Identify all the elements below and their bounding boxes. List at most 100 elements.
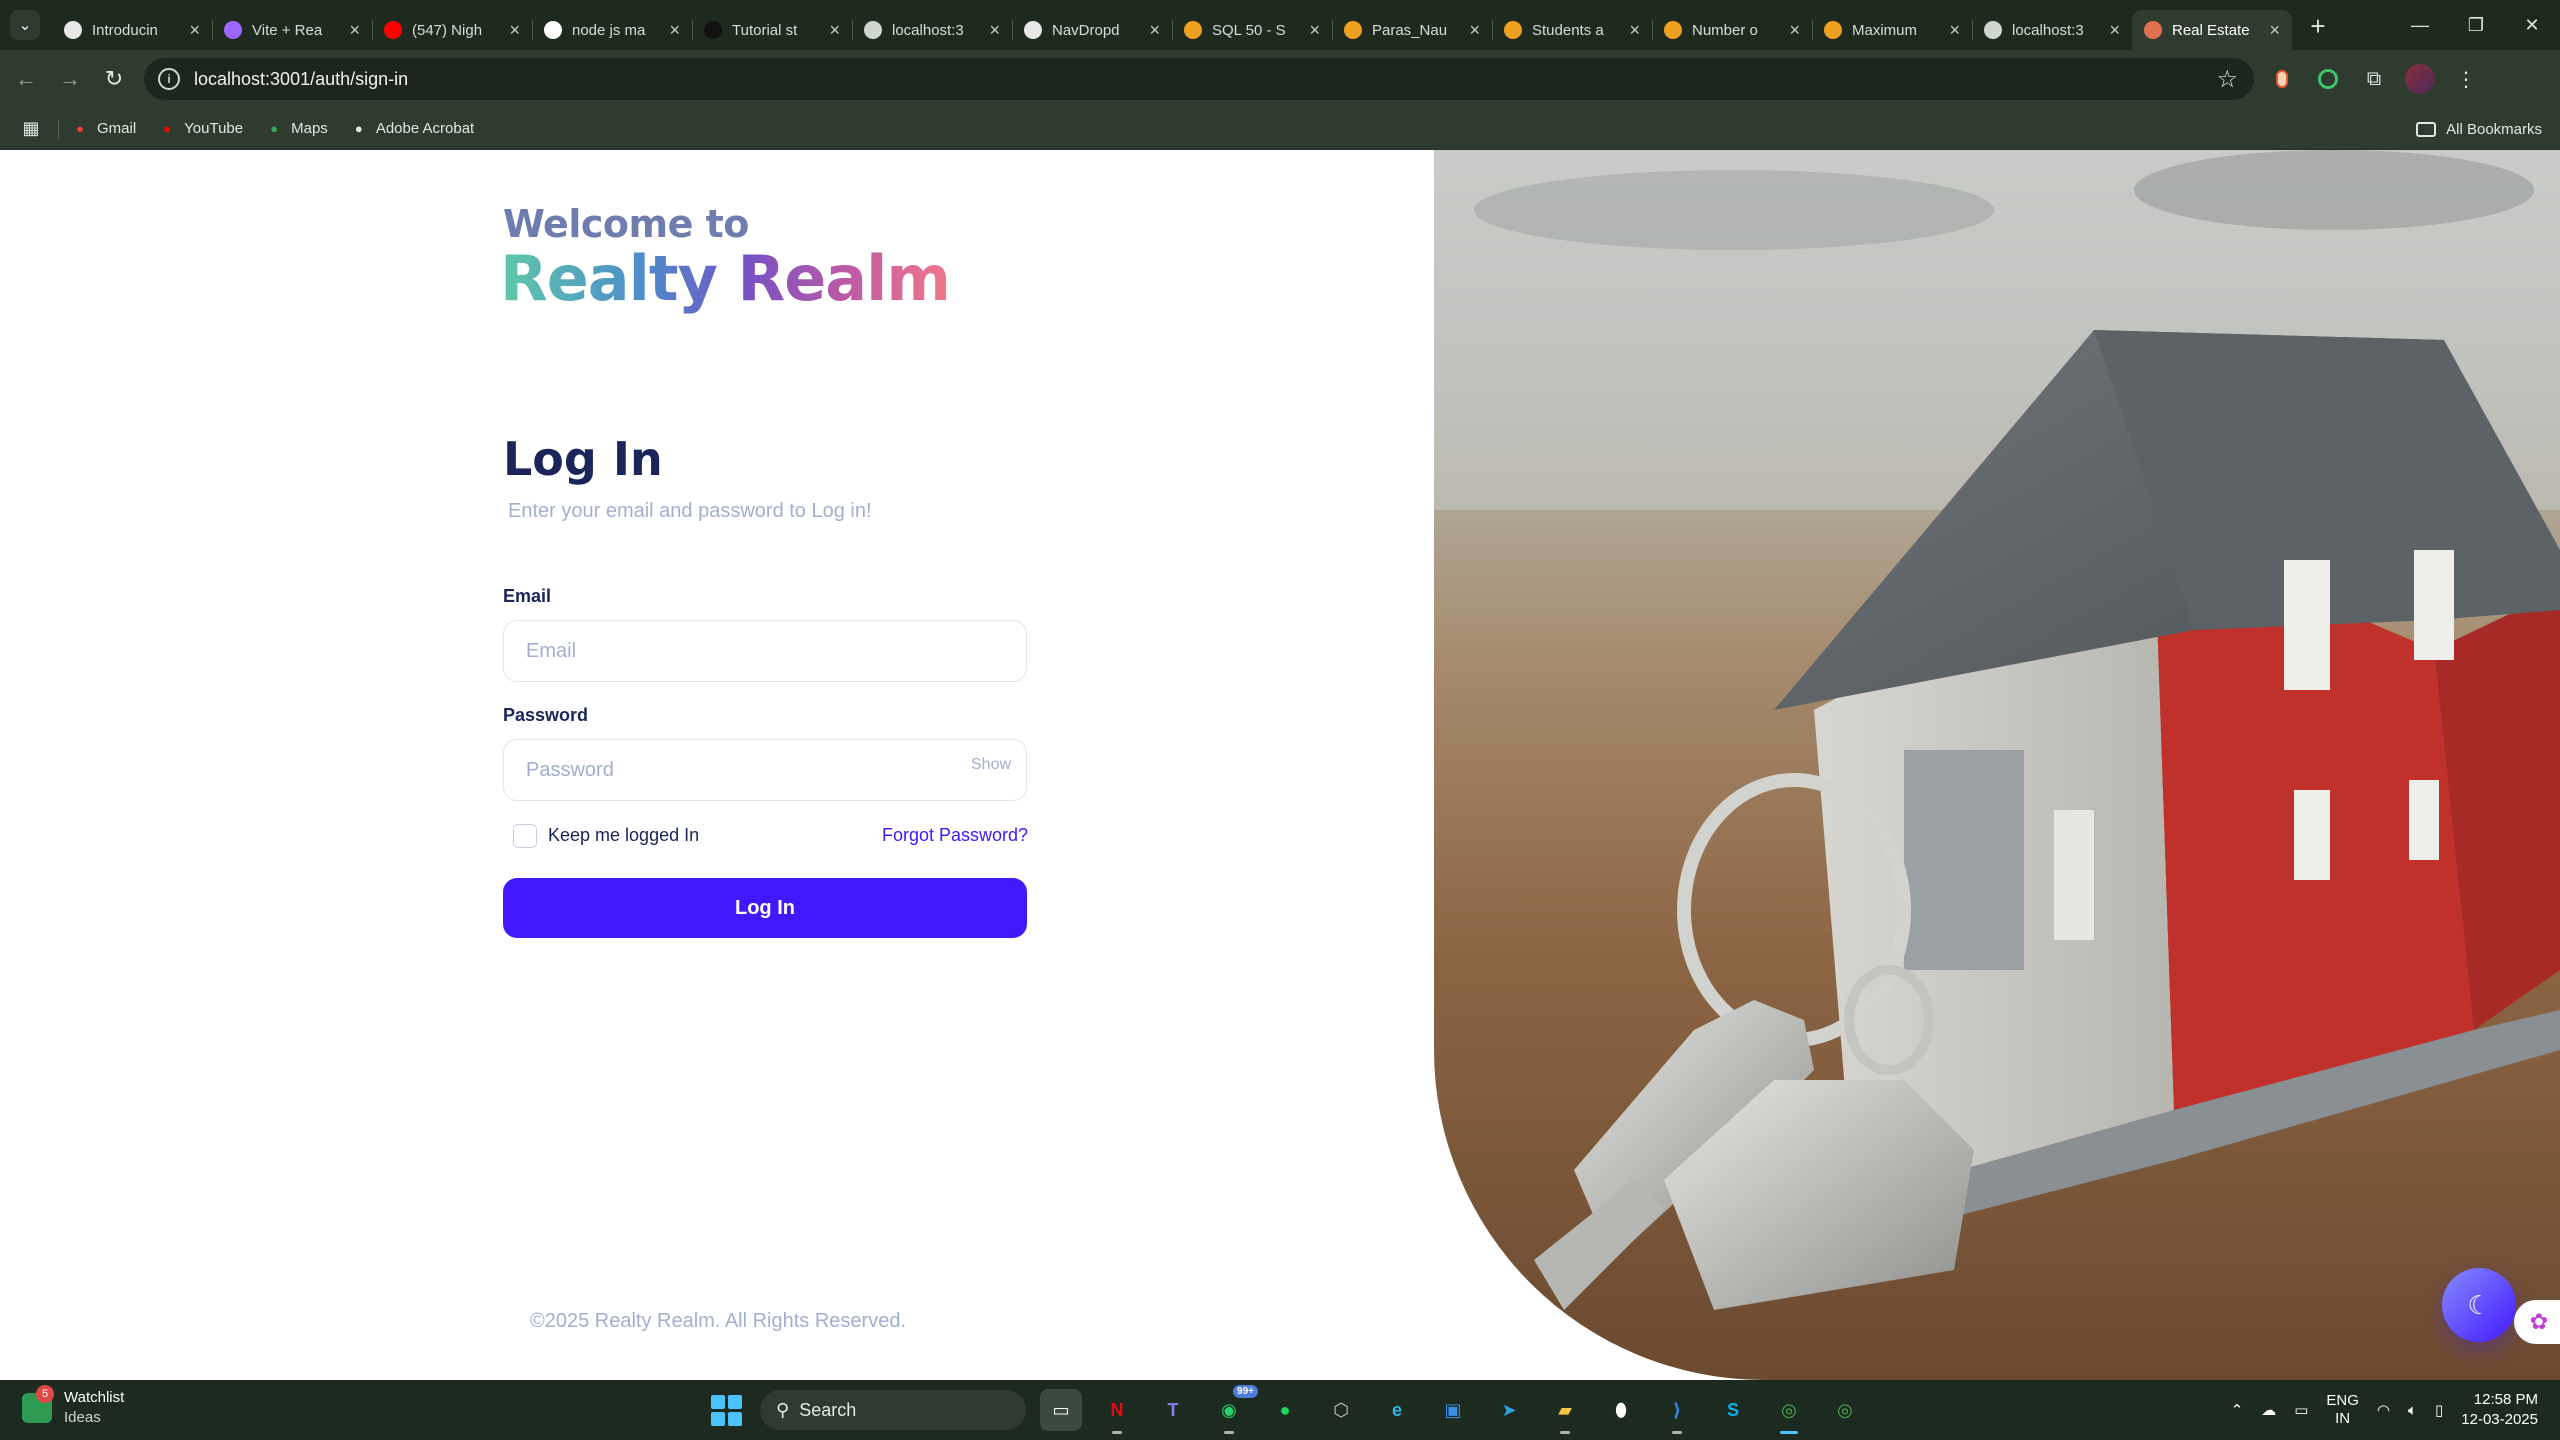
browser-menu-icon[interactable]: ⋮	[2448, 61, 2484, 97]
assistant-side-button[interactable]: ✿	[2514, 1300, 2560, 1344]
forward-button[interactable]: →	[52, 61, 88, 97]
login-submit-button[interactable]: Log In	[503, 878, 1027, 938]
keep-logged-in-label[interactable]: Keep me logged In	[548, 825, 699, 846]
search-label: Search	[799, 1399, 857, 1420]
tab-title: Number o	[1692, 21, 1758, 39]
widget-subtitle: Ideas	[64, 1409, 101, 1426]
browser-tab[interactable]: localhost:3 ×	[852, 10, 1012, 50]
email-label: Email	[503, 586, 552, 606]
browser-tab[interactable]: Vite + Rea ×	[212, 10, 372, 50]
telegram-icon[interactable]: ➤	[1488, 1389, 1530, 1431]
close-tab-icon[interactable]: ×	[1149, 20, 1160, 41]
close-tab-icon[interactable]: ×	[989, 20, 1000, 41]
browser-tab[interactable]: node js ma ×	[532, 10, 692, 50]
restore-button[interactable]: ❐	[2448, 0, 2504, 50]
tab-search-menu-button[interactable]: ⌄	[10, 10, 40, 40]
password-field[interactable]	[503, 739, 1027, 801]
browser-tab[interactable]: (547) Nigh ×	[372, 10, 532, 50]
extensions-area: ⧉ ⋮	[2264, 61, 2484, 97]
mongodb-compass-icon[interactable]: ⬮	[1600, 1389, 1642, 1431]
watchlist-widget[interactable]: 5 Watchlist Ideas	[22, 1385, 124, 1428]
browser-tab[interactable]: localhost:3 ×	[1972, 10, 2132, 50]
address-bar[interactable]: i localhost:3001/auth/sign-in ☆	[144, 58, 2254, 100]
chrome-icon[interactable]: ◎	[1768, 1389, 1810, 1434]
close-tab-icon[interactable]: ×	[1789, 20, 1800, 41]
bookmark-item[interactable]: ● Gmail	[71, 120, 136, 138]
close-tab-icon[interactable]: ×	[1629, 20, 1640, 41]
new-tab-button[interactable]: +	[2298, 6, 2338, 46]
edge-icon[interactable]: e	[1376, 1389, 1418, 1431]
reload-button[interactable]: ↻	[96, 61, 132, 97]
teams-icon[interactable]: T	[1152, 1389, 1194, 1431]
netflix-icon[interactable]: N	[1096, 1389, 1138, 1434]
language-indicator[interactable]: ENG IN	[2326, 1392, 2359, 1428]
close-tab-icon[interactable]: ×	[509, 20, 520, 41]
vite-icon	[224, 21, 242, 39]
tablet-mode-icon[interactable]: ▭	[2294, 1401, 2308, 1419]
close-tab-icon[interactable]: ×	[1949, 20, 1960, 41]
url-text[interactable]: localhost:3001/auth/sign-in	[194, 69, 2216, 90]
clock-time: 12:58 PM	[2473, 1391, 2538, 1408]
close-tab-icon[interactable]: ×	[2269, 20, 2280, 41]
close-window-button[interactable]: ✕	[2504, 0, 2560, 50]
close-tab-icon[interactable]: ×	[829, 20, 840, 41]
close-tab-icon[interactable]: ×	[2109, 20, 2120, 41]
youtube-icon	[384, 21, 402, 39]
bookmark-item[interactable]: ● Adobe Acrobat	[350, 120, 474, 138]
forgot-password-link[interactable]: Forgot Password?	[882, 825, 1028, 846]
close-tab-icon[interactable]: ×	[1309, 20, 1320, 41]
bookmark-item[interactable]: ● YouTube	[158, 120, 243, 138]
apps-grid-icon[interactable]: ▦	[16, 114, 46, 144]
onedrive-cloud-icon[interactable]: ☁	[2261, 1401, 2276, 1419]
extension-icon[interactable]	[2264, 61, 2300, 97]
close-tab-icon[interactable]: ×	[669, 20, 680, 41]
minimize-button[interactable]: —	[2392, 0, 2448, 50]
show-password-toggle[interactable]: Show	[971, 756, 1011, 774]
browser-tab[interactable]: Paras_Nau ×	[1332, 10, 1492, 50]
browser-tab[interactable]: Introducin ×	[52, 10, 212, 50]
bookmark-item[interactable]: ● Maps	[265, 120, 328, 138]
all-bookmarks-button[interactable]: All Bookmarks	[2416, 108, 2542, 150]
taskbar-search-box[interactable]: ⚲ Search	[760, 1390, 1026, 1430]
chrome-profile-icon[interactable]: ◎	[1824, 1389, 1866, 1431]
wifi-icon[interactable]: ◠	[2377, 1401, 2390, 1419]
close-tab-icon[interactable]: ×	[1469, 20, 1480, 41]
skype-icon[interactable]: S	[1712, 1389, 1754, 1431]
browser-tab[interactable]: Tutorial st ×	[692, 10, 852, 50]
browser-tab[interactable]: NavDropd ×	[1012, 10, 1172, 50]
bookmark-star-icon[interactable]: ☆	[2216, 65, 2238, 94]
puzzle-extensions-icon[interactable]: ⧉	[2356, 61, 2392, 97]
github-desktop-icon[interactable]: ⬡	[1320, 1389, 1362, 1431]
browser-tab[interactable]: Real Estate ×	[2132, 10, 2292, 50]
clock[interactable]: 12:58 PM 12-03-2025	[2461, 1390, 2538, 1430]
email-field[interactable]	[503, 620, 1027, 682]
vscode-icon[interactable]: ⟩	[1656, 1389, 1698, 1434]
prime-video-icon[interactable]: ▣	[1432, 1389, 1474, 1431]
chevron-up-icon[interactable]: ⌃	[2231, 1401, 2244, 1419]
browser-tab[interactable]: Students a ×	[1492, 10, 1652, 50]
profile-avatar[interactable]	[2402, 61, 2438, 97]
tab-list: Introducin × Vite + Rea × (547) Nigh × node js…	[52, 0, 2292, 50]
battery-icon[interactable]: ▯	[2435, 1401, 2443, 1419]
windows-start-button[interactable]	[706, 1390, 746, 1430]
keep-logged-in-checkbox[interactable]	[513, 824, 537, 848]
whatsapp-icon[interactable]: ◉ 99+	[1208, 1385, 1258, 1434]
tab-title: Students a	[1532, 21, 1604, 39]
brand-logo-text: Realty Realm	[500, 242, 951, 315]
grammar-extension-icon[interactable]	[2310, 61, 2346, 97]
volume-icon[interactable]: 🔈︎	[2408, 1402, 2417, 1419]
file-explorer-icon[interactable]: ▰	[1544, 1389, 1586, 1434]
back-button[interactable]: ←	[8, 61, 44, 97]
close-tab-icon[interactable]: ×	[349, 20, 360, 41]
spotify-icon[interactable]: ●	[1264, 1389, 1306, 1431]
dark-mode-toggle[interactable]: ☾	[2442, 1268, 2516, 1342]
tab-title: Real Estate	[2172, 21, 2250, 39]
site-info-icon[interactable]: i	[158, 68, 180, 90]
browser-tab[interactable]: Maximum ×	[1812, 10, 1972, 50]
close-tab-icon[interactable]: ×	[189, 20, 200, 41]
bookmark-label: Gmail	[97, 120, 137, 137]
clock-date: 12-03-2025	[2461, 1411, 2538, 1428]
browser-tab[interactable]: Number o ×	[1652, 10, 1812, 50]
task-view-icon[interactable]: ▭	[1040, 1389, 1082, 1431]
browser-tab[interactable]: SQL 50 - S ×	[1172, 10, 1332, 50]
